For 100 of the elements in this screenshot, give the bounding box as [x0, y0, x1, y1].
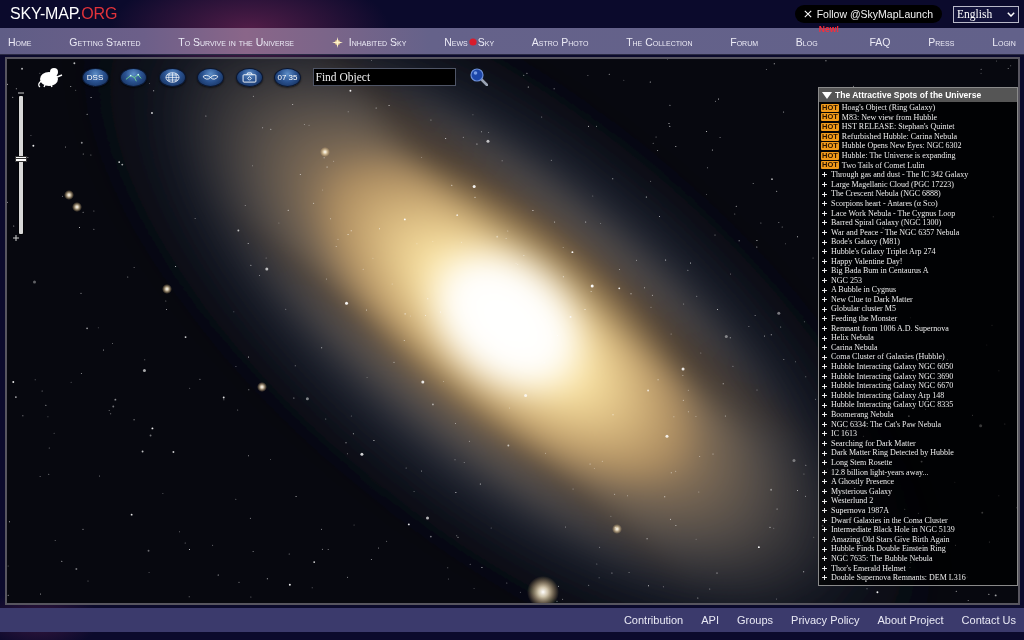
spot-link[interactable]: Big Bada Bum in Centaurus A [831, 266, 929, 276]
spot-link[interactable]: Helix Nebula [831, 333, 874, 343]
zoom-slider-thumb[interactable] [15, 156, 27, 163]
spot-link[interactable]: IC 1613 [831, 429, 857, 439]
spot-link[interactable]: Large Magellanic Cloud (PGC 17223) [831, 179, 954, 190]
footer-link[interactable]: About Project [877, 614, 944, 626]
plus-icon [822, 287, 827, 293]
spot-link[interactable]: Feeding the Monster [831, 314, 898, 324]
panel-header[interactable]: The Attractive Spots of the Universe [819, 88, 1017, 102]
spot-link[interactable]: Barred Spiral Galaxy (NGC 1300) [831, 218, 942, 228]
spot-link[interactable]: Thor's Emerald Helmet [831, 563, 906, 574]
spot-link[interactable]: Hubble Opens New Eyes: NGC 6302 [841, 141, 962, 151]
plus-icon [822, 220, 827, 226]
spot-link[interactable]: Through gas and dust - The IC 342 Galaxy [831, 170, 969, 180]
spot-link[interactable]: Mysterious Galaxy [831, 486, 893, 497]
footer-link[interactable]: API [701, 614, 719, 626]
spot-link[interactable]: Lace Work Nebula - The Cygnus Loop [831, 208, 956, 219]
search-field[interactable]: Find Object [312, 68, 456, 86]
spot-link[interactable]: War and Peace - The NGC 6357 Nebula [831, 227, 960, 238]
nav-link[interactable]: Getting Started [69, 36, 141, 48]
footer-link[interactable]: Contact Us [961, 614, 1016, 626]
plus-icon [822, 441, 827, 447]
nav-link[interactable]: Astro Photo [531, 36, 589, 48]
plus-icon [822, 191, 827, 197]
plus-icon [822, 335, 827, 341]
nav-link[interactable]: Press [928, 36, 955, 48]
footer-link[interactable]: Contribution [623, 614, 684, 626]
plus-icon [822, 230, 827, 235]
nav-link[interactable]: Forum [730, 36, 759, 48]
spot-link[interactable]: Long Stem Rosette [831, 457, 893, 468]
plus-icon [822, 537, 827, 542]
spot-link[interactable]: NGC 253 [831, 275, 862, 286]
language-select[interactable]: English [953, 5, 1019, 23]
nav-link[interactable]: To Survive in the Universe [178, 36, 294, 48]
plus-icon [822, 278, 827, 283]
spot-link[interactable]: Dark Matter Ring Detected by Hubble [831, 448, 954, 458]
spot-link[interactable]: Intermediate Black Hole in NGC 5139 [831, 525, 955, 535]
plus-icon [822, 325, 827, 331]
spot-link[interactable]: 12.8 billion light-years away... [831, 467, 929, 478]
spot-link[interactable]: A Bubble in Cygnus [831, 285, 897, 295]
spot-link[interactable]: The Crescent Nebula (NGC 6888) [831, 189, 941, 199]
spot-link[interactable]: Hubble Interacting Galaxy NGC 3690 [831, 371, 954, 382]
footer-link[interactable]: Privacy Policy [791, 614, 860, 626]
spot-link[interactable]: Hoag's Object (Ring Galaxy) [841, 103, 936, 113]
spot-link[interactable]: Searching for Dark Matter [831, 438, 916, 449]
spot-link[interactable]: HST RELEASE: Stephan's Quintet [841, 122, 955, 132]
spot-link[interactable]: Hubble's Galaxy Triplet Arp 274 [831, 246, 936, 257]
spot-link[interactable]: Bode's Galaxy (M81) [831, 237, 900, 247]
spot-link[interactable]: Coma Cluster of Galaxies (Hubble) [831, 352, 945, 363]
spot-link[interactable]: Hubble Interacting Galaxy NGC 6050 [831, 362, 954, 372]
nav-link[interactable]: FAQ [869, 36, 891, 48]
spot-link[interactable]: Remnant from 1006 A.D. Supernova [831, 323, 949, 334]
spot-link[interactable]: M83: New view from Hubble [841, 112, 937, 123]
plus-icon [822, 517, 827, 523]
spot-link[interactable]: New Clue to Dark Matter [831, 294, 913, 305]
plus-icon [822, 421, 827, 427]
spot-link[interactable]: Happy Valentine Day! [831, 256, 903, 267]
spot-link[interactable]: Hubble Interacting Galaxy NGC 6670 [831, 381, 954, 391]
site-logo[interactable]: SKY-MAP.ORG [10, 5, 118, 23]
spot-link[interactable]: NGC 7635: The Bubble Nebula [831, 553, 933, 564]
nav-link[interactable]: News Sky [444, 36, 495, 48]
footer-link[interactable]: Groups [737, 614, 774, 626]
spot-link[interactable]: Carina Nebula [831, 342, 878, 353]
nav-link[interactable]: Login [992, 36, 1016, 48]
spot-link[interactable]: Scorpions heart - Antares (α Sco) [831, 198, 938, 209]
plus-icon [822, 527, 827, 533]
triangle-down-icon[interactable] [822, 91, 832, 99]
plus-icon[interactable] [13, 235, 19, 241]
spot-link[interactable]: Westerlund 2 [831, 496, 874, 506]
plus-icon [822, 201, 827, 207]
plus-icon [822, 575, 827, 581]
nav-link[interactable]: Blog [795, 36, 818, 48]
spot-link[interactable]: Supernova 1987A [831, 505, 889, 516]
nav-link[interactable]: Inhabited Sky [331, 36, 407, 48]
search-icon[interactable] [470, 68, 488, 86]
plus-icon [822, 373, 827, 379]
spot-link[interactable]: Hubble: The Universe is expanding [841, 150, 956, 161]
nav-link[interactable]: Home [8, 36, 32, 48]
nav-link[interactable]: The Collection [626, 36, 693, 48]
plus-icon [822, 249, 827, 255]
follow-button[interactable]: Follow @SkyMapLaunch [794, 5, 942, 23]
spot-link[interactable]: Amazing Old Stars Give Birth Again [831, 534, 950, 545]
spot-link[interactable]: Hubble Interacting Galaxy Arp 148 [831, 390, 945, 401]
spot-link[interactable]: Globular cluster M5 [831, 304, 896, 315]
spot-link[interactable]: NGC 6334: The Cat's Paw Nebula [831, 419, 941, 430]
plus-icon [822, 489, 827, 495]
plus-icon [822, 498, 827, 504]
plus-icon [822, 182, 827, 188]
plus-icon [822, 258, 827, 264]
plus-icon [822, 393, 827, 399]
spot-link[interactable]: Two Tails of Comet Lulin [841, 160, 925, 171]
spot-link[interactable]: A Ghostly Presence [831, 477, 895, 487]
spot-link[interactable]: Double Supernova Remnants: DEM L316 [831, 573, 966, 583]
spot-link[interactable]: Refurbished Hubble: Carina Nebula [841, 131, 958, 142]
spot-link[interactable]: Hubble Finds Double Einstein Ring [831, 544, 946, 554]
spot-link[interactable]: Boomerang Nebula [831, 410, 894, 420]
spot-link[interactable]: Dwarf Galaxies in the Coma Cluster [831, 515, 948, 526]
plus-icon [822, 239, 827, 245]
mouse-icon[interactable] [37, 66, 63, 88]
spot-link[interactable]: Hubble Interacting Galaxy UGC 8335 [831, 400, 954, 410]
